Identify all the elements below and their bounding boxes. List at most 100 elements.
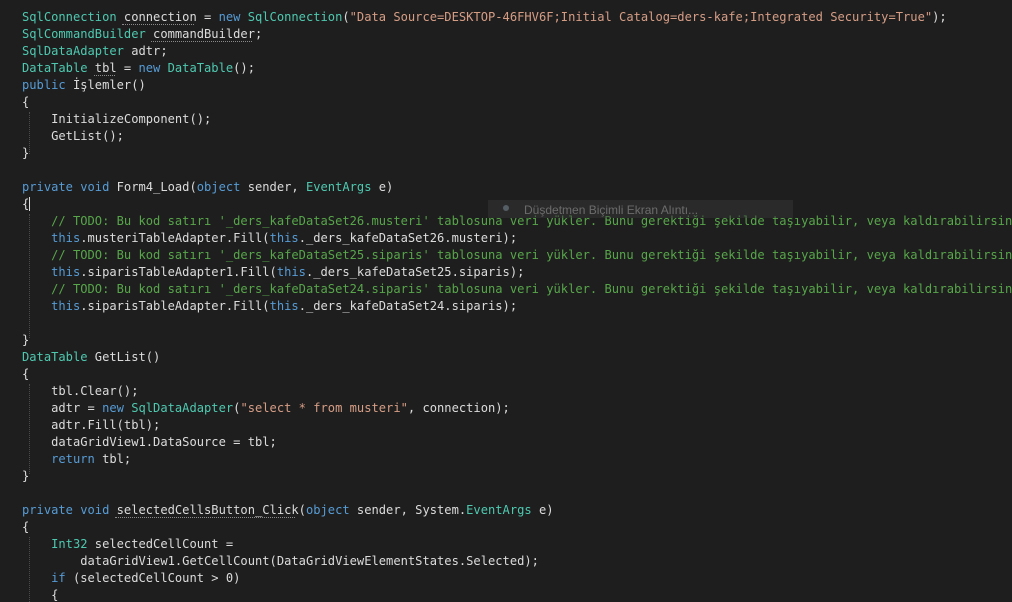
code-token: object: [196, 180, 241, 194]
code-token: SqlDataAdapter: [22, 44, 124, 58]
code-token: SqlCommandBuilder: [22, 27, 146, 41]
code-line[interactable]: {: [22, 366, 1012, 383]
code-token: void: [80, 503, 110, 517]
code-line[interactable]: SqlDataAdapter adtr;: [22, 43, 1012, 60]
code-token: this: [51, 299, 81, 313]
code-token: SqlConnection: [247, 10, 343, 24]
ghost-tooltip: Düşdetmen Biçimli Ekran Alıntı...: [488, 200, 793, 218]
code-line[interactable]: [22, 315, 1012, 332]
code-token: GetList();: [22, 129, 124, 143]
code-token: "Data Source=DESKTOP-46FHV6F;Initial Cat…: [349, 10, 933, 24]
code-line[interactable]: dataGridView1.DataSource = tbl;: [22, 434, 1012, 451]
code-token: , connection);: [407, 401, 510, 415]
text-caret: [29, 197, 30, 211]
code-line[interactable]: return tbl;: [22, 451, 1012, 468]
code-token: (: [342, 10, 350, 24]
code-token: SqlConnection: [22, 10, 117, 24]
code-line[interactable]: }: [22, 145, 1012, 162]
code-line[interactable]: if (selectedCellCount > 0): [22, 570, 1012, 587]
code-line[interactable]: {: [22, 587, 1012, 602]
code-token: );: [932, 10, 947, 24]
code-token: ._ders_kafeDataSet26.musteri);: [298, 231, 518, 245]
code-line[interactable]: private void Form4_Load(object sender, E…: [22, 179, 1012, 196]
code-editor[interactable]: SqlConnection connection = new SqlConnec…: [0, 0, 1012, 602]
code-token: EventArgs: [466, 503, 532, 517]
code-token: this: [51, 231, 81, 245]
code-token: adtr =: [22, 401, 103, 415]
code-token: (selectedCellCount > 0): [65, 571, 241, 585]
code-token: DataTable: [22, 350, 88, 364]
code-line[interactable]: private void selectedCellsButton_Click(o…: [22, 502, 1012, 519]
code-line[interactable]: SqlCommandBuilder commandBuilder;: [22, 26, 1012, 43]
code-line[interactable]: Int32 selectedCellCount =: [22, 536, 1012, 553]
code-token: commandBuilder;: [145, 27, 263, 41]
code-token: return: [51, 452, 95, 466]
code-text[interactable]: SqlConnection connection = new SqlConnec…: [22, 9, 1012, 602]
code-token: "select * from musteri": [240, 401, 408, 415]
code-token: sender, System.: [349, 503, 467, 517]
code-token: object: [305, 503, 350, 517]
code-token: private: [22, 503, 73, 517]
code-line[interactable]: GetList();: [22, 128, 1012, 145]
code-token: ._ders_kafeDataSet24.siparis);: [298, 299, 518, 313]
code-token: İşlemler(): [65, 78, 146, 92]
code-token: this: [269, 231, 299, 245]
code-line[interactable]: adtr.Fill(tbl);: [22, 417, 1012, 434]
code-line[interactable]: this.siparisTableAdapter.Fill(this._ders…: [22, 298, 1012, 315]
code-line[interactable]: SqlConnection connection = new SqlConnec…: [22, 9, 1012, 26]
code-token: {: [22, 367, 30, 381]
code-token: .siparisTableAdapter1.Fill(: [80, 265, 277, 279]
code-token: e): [531, 503, 554, 517]
code-token: {: [22, 588, 59, 602]
code-token: this: [269, 299, 299, 313]
code-line[interactable]: // TODO: Bu kod satırı '_ders_kafeDataSe…: [22, 281, 1012, 298]
code-token: new: [102, 401, 124, 415]
code-token: connection =: [116, 10, 219, 24]
code-line[interactable]: {: [22, 94, 1012, 111]
code-token: DataTable: [167, 61, 234, 75]
code-line[interactable]: [22, 485, 1012, 502]
code-line[interactable]: {: [22, 519, 1012, 536]
tooltip-dot-icon: [503, 205, 509, 211]
code-line[interactable]: dataGridView1.GetCellCount(DataGridViewE…: [22, 553, 1012, 570]
code-line[interactable]: }: [22, 332, 1012, 349]
code-line[interactable]: adtr = new SqlDataAdapter("select * from…: [22, 400, 1012, 417]
code-token: }: [22, 333, 30, 347]
code-token: tbl =: [87, 61, 139, 75]
code-token: InitializeComponent();: [22, 112, 212, 126]
code-token: .musteriTableAdapter.Fill(: [80, 231, 270, 245]
code-line[interactable]: DataTable tbl = new DataTable();: [22, 60, 1012, 77]
code-token: public: [22, 78, 66, 92]
code-token: EventArgs: [305, 180, 372, 194]
code-token: {: [22, 95, 30, 109]
code-line[interactable]: [22, 162, 1012, 179]
code-token: void: [80, 180, 110, 194]
code-token: e): [371, 180, 394, 194]
code-token: if: [51, 571, 66, 585]
code-token: GetList(): [87, 350, 161, 364]
code-line[interactable]: public İşlemler(): [22, 77, 1012, 94]
code-token: sender,: [240, 180, 306, 194]
code-token: // TODO: Bu kod satırı '_ders_kafeDataSe…: [51, 248, 1012, 262]
code-token: new: [218, 10, 241, 24]
code-line[interactable]: this.siparisTableAdapter1.Fill(this._der…: [22, 264, 1012, 281]
code-token: SqlDataAdapter: [131, 401, 234, 415]
code-token: .siparisTableAdapter.Fill(: [80, 299, 270, 313]
code-line[interactable]: }: [22, 468, 1012, 485]
code-token: }: [22, 469, 30, 483]
code-line[interactable]: DataTable GetList(): [22, 349, 1012, 366]
code-line[interactable]: InitializeComponent();: [22, 111, 1012, 128]
code-line[interactable]: this.musteriTableAdapter.Fill(this._ders…: [22, 230, 1012, 247]
code-line[interactable]: tbl.Clear();: [22, 383, 1012, 400]
code-token: selectedCellCount =: [87, 537, 234, 551]
code-token: tbl;: [94, 452, 132, 466]
code-line[interactable]: // TODO: Bu kod satırı '_ders_kafeDataSe…: [22, 247, 1012, 264]
